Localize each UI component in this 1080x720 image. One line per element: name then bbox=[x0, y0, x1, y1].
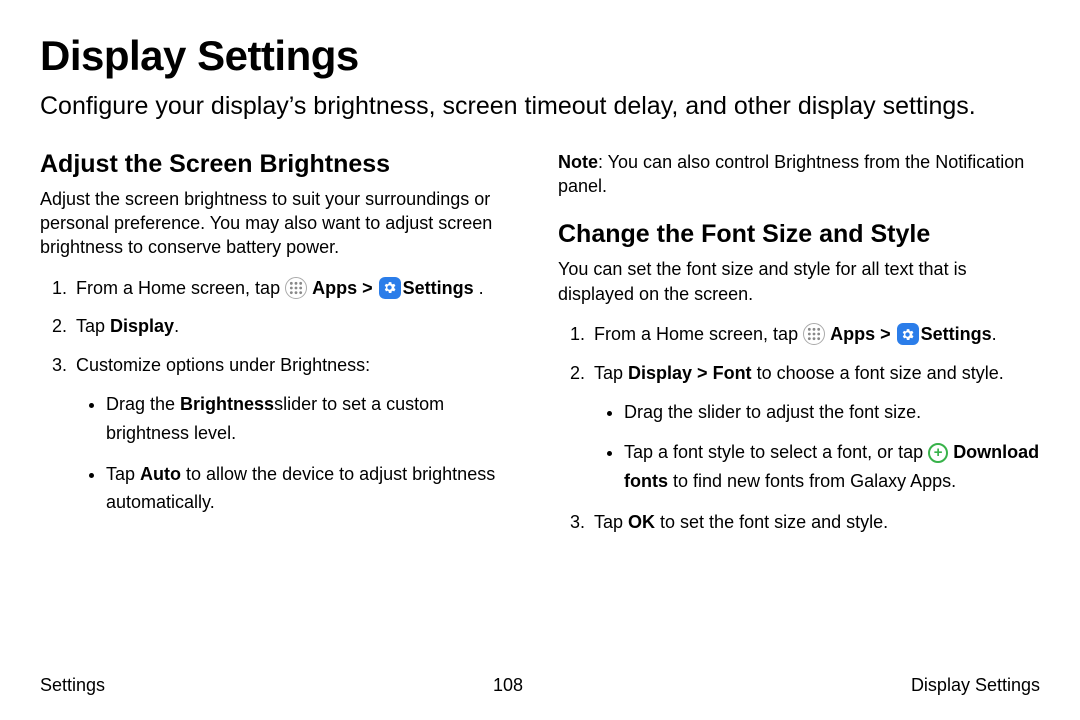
footer-page-number: 108 bbox=[493, 675, 523, 696]
sub-bullets: Drag the slider to adjust the font size.… bbox=[594, 398, 1040, 496]
page-intro: Configure your display’s brightness, scr… bbox=[40, 90, 1020, 124]
step-item: From a Home screen, tap Apps > Settings. bbox=[590, 320, 1040, 349]
sub-bullets: Drag the Brightnessslider to set a custo… bbox=[76, 390, 522, 517]
section-heading-font: Change the Font Size and Style bbox=[558, 220, 1040, 249]
text: Tap bbox=[594, 363, 628, 383]
text: to set the font size and style. bbox=[655, 512, 888, 532]
text: Tap bbox=[76, 316, 110, 336]
settings-gear-icon bbox=[897, 323, 919, 345]
text: From a Home screen, tap bbox=[594, 324, 803, 344]
footer-left: Settings bbox=[40, 675, 105, 696]
text: . bbox=[474, 278, 484, 298]
note-label: Note bbox=[558, 152, 598, 172]
note-block: Note: You can also control Brightness fr… bbox=[558, 150, 1040, 199]
bullet-item: Tap Auto to allow the device to adjust b… bbox=[106, 460, 522, 518]
step-item: Customize options under Brightness: Drag… bbox=[72, 351, 522, 517]
section-heading-brightness: Adjust the Screen Brightness bbox=[40, 150, 522, 179]
bold-text: OK bbox=[628, 512, 655, 532]
text: . bbox=[174, 316, 179, 336]
content-columns: Adjust the Screen Brightness Adjust the … bbox=[40, 150, 1040, 547]
bullet-item: Drag the slider to adjust the font size. bbox=[624, 398, 1040, 427]
section-desc-brightness: Adjust the screen brightness to suit you… bbox=[40, 187, 522, 260]
text: Drag the bbox=[106, 394, 180, 414]
left-column: Adjust the Screen Brightness Adjust the … bbox=[40, 150, 522, 547]
apps-icon bbox=[285, 277, 307, 299]
settings-label: Settings bbox=[921, 324, 992, 344]
step-item: Tap Display. bbox=[72, 312, 522, 341]
settings-label: Settings bbox=[403, 278, 474, 298]
bold-text: Display > Font bbox=[628, 363, 752, 383]
section-desc-font: You can set the font size and style for … bbox=[558, 257, 1040, 306]
text: Tap a font style to select a font, or ta… bbox=[624, 442, 928, 462]
right-column: Note: You can also control Brightness fr… bbox=[558, 150, 1040, 547]
step-item: Tap OK to set the font size and style. bbox=[590, 508, 1040, 537]
text: Tap bbox=[106, 464, 140, 484]
bullet-item: Drag the Brightnessslider to set a custo… bbox=[106, 390, 522, 448]
chevron: > bbox=[357, 278, 378, 298]
footer-right: Display Settings bbox=[911, 675, 1040, 696]
steps-font: From a Home screen, tap Apps > Settings.… bbox=[558, 320, 1040, 537]
text: . bbox=[992, 324, 997, 344]
settings-gear-icon bbox=[379, 277, 401, 299]
text: to find new fonts from Galaxy Apps. bbox=[668, 471, 956, 491]
page-title: Display Settings bbox=[40, 32, 1040, 80]
bullet-item: Tap a font style to select a font, or ta… bbox=[624, 438, 1040, 496]
apps-icon bbox=[803, 323, 825, 345]
page-footer: Settings 108 Display Settings bbox=[40, 675, 1040, 696]
bold-text: Brightness bbox=[180, 394, 274, 414]
text: From a Home screen, tap bbox=[76, 278, 285, 298]
step-item: From a Home screen, tap Apps > Settings … bbox=[72, 274, 522, 303]
apps-label: Apps bbox=[312, 278, 357, 298]
text: to choose a font size and style. bbox=[752, 363, 1004, 383]
plus-circle-icon: + bbox=[928, 443, 948, 463]
chevron: > bbox=[875, 324, 896, 344]
apps-label: Apps bbox=[830, 324, 875, 344]
text: Customize options under Brightness: bbox=[76, 355, 370, 375]
steps-brightness: From a Home screen, tap Apps > Settings … bbox=[40, 274, 522, 518]
bold-text: Display bbox=[110, 316, 174, 336]
step-item: Tap Display > Font to choose a font size… bbox=[590, 359, 1040, 496]
note-text: : You can also control Brightness from t… bbox=[558, 152, 1024, 196]
text: Tap bbox=[594, 512, 628, 532]
bold-text: Auto bbox=[140, 464, 181, 484]
